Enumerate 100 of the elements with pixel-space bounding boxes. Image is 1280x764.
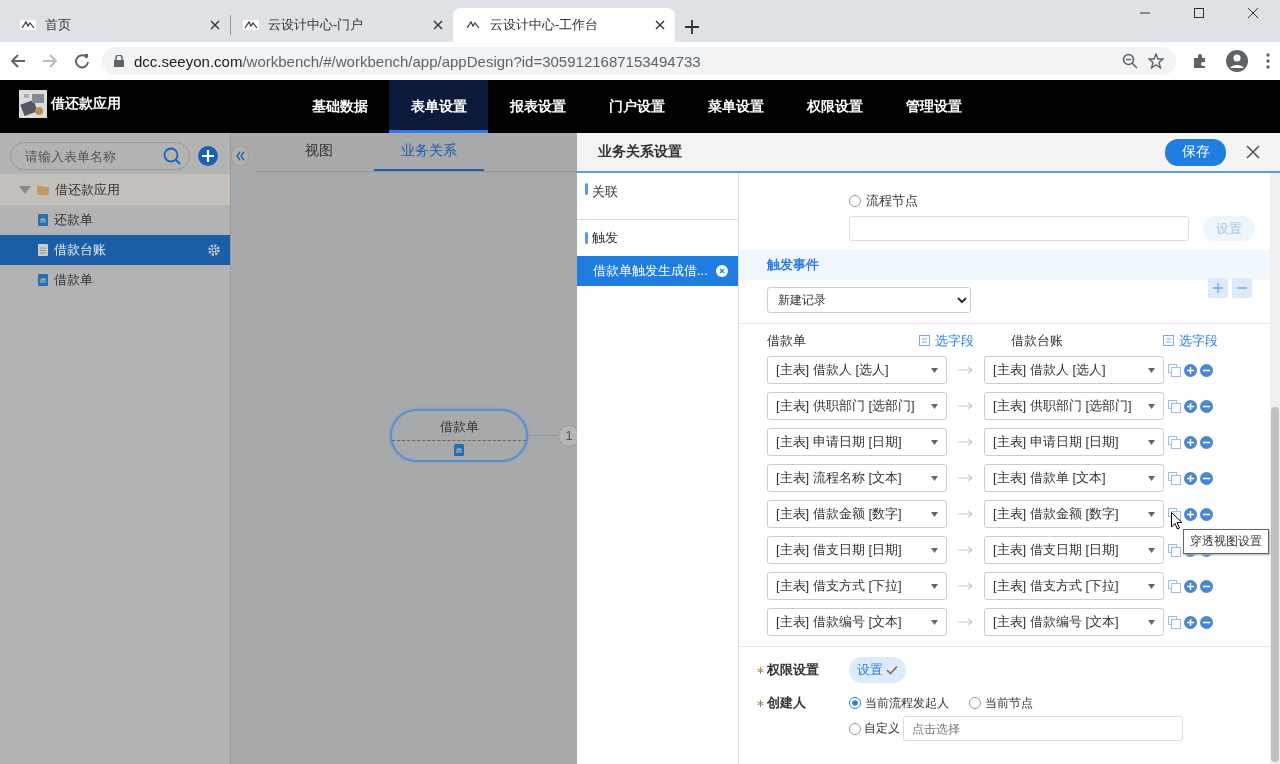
add-icon[interactable] <box>1184 471 1197 485</box>
search-input[interactable]: 请输入表单名称 <box>23 147 163 165</box>
avatar-icon[interactable] <box>1226 50 1248 72</box>
forward-icon[interactable] <box>42 53 58 69</box>
arrow-icon <box>957 546 974 554</box>
dropdown-icon <box>1148 475 1155 481</box>
expanded-icon[interactable] <box>19 184 31 195</box>
remove-icon[interactable] <box>1200 363 1213 377</box>
field-select[interactable]: [主表] 借支日期 [日期] <box>767 536 947 564</box>
dropdown-icon <box>931 367 938 373</box>
puzzle-icon[interactable] <box>1192 53 1208 69</box>
field-select[interactable]: [主表] 借款金额 [数字] <box>767 500 947 528</box>
nav-tab[interactable]: 门户设置 <box>587 80 686 133</box>
count-badge: 1 <box>558 424 580 447</box>
add-icon[interactable] <box>1184 363 1197 377</box>
radio-button[interactable] <box>849 697 861 709</box>
search-icon[interactable] <box>163 147 181 165</box>
pick-fields-link[interactable]: 选字段 <box>1163 331 1220 350</box>
field-select[interactable]: [主表] 借支方式 [下拉] <box>984 572 1164 600</box>
remove-icon[interactable] <box>715 265 728 277</box>
remove-icon[interactable] <box>1200 399 1213 413</box>
field-select[interactable]: [主表] 借款编号 [文本] <box>767 608 947 636</box>
nav-tab[interactable]: 权限设置 <box>785 80 884 133</box>
close-icon[interactable] <box>433 20 443 30</box>
canvas-tab[interactable]: 视图 <box>264 133 374 171</box>
add-icon[interactable] <box>1184 579 1197 593</box>
section-title: 关联 <box>592 183 618 201</box>
close-icon[interactable] <box>1248 8 1258 18</box>
tree-item[interactable]: 借款台账 <box>0 235 230 265</box>
field-select[interactable]: [主表] 借款编号 [文本] <box>984 608 1164 636</box>
dropdown-icon <box>931 511 938 517</box>
scrollbar-thumb[interactable] <box>1271 407 1279 762</box>
close-icon[interactable] <box>1246 145 1260 159</box>
back-icon[interactable] <box>10 53 26 69</box>
add-icon[interactable] <box>1184 435 1197 449</box>
rule-item[interactable]: 借款单触发生成借... <box>577 256 738 286</box>
field-select[interactable]: [主表] 供职部门 [选部门] <box>767 392 947 420</box>
node-field[interactable] <box>849 216 1189 241</box>
nav-tab[interactable]: 基础数据 <box>290 80 389 133</box>
remove-icon[interactable] <box>1200 579 1213 593</box>
field-select[interactable]: [主表] 流程名称 [文本] <box>767 464 947 492</box>
zoom-icon[interactable] <box>1122 53 1138 69</box>
field-select[interactable]: [主表] 借款人 [选人] <box>984 356 1164 384</box>
field-select[interactable]: [主表] 借支日期 [日期] <box>984 536 1164 564</box>
remove-icon[interactable] <box>1200 435 1213 449</box>
maximize-icon[interactable] <box>1194 8 1204 18</box>
arrow-icon <box>957 438 974 446</box>
set-button[interactable]: 设置 <box>849 657 906 683</box>
remove-icon[interactable] <box>1200 615 1213 629</box>
reload-icon[interactable] <box>74 53 90 69</box>
add-icon[interactable] <box>1184 507 1197 521</box>
field-select[interactable]: [主表] 借款人 [选人] <box>767 356 947 384</box>
tree-folder[interactable]: 借还款应用 <box>0 174 230 205</box>
node-label: 借款单 <box>392 418 526 441</box>
tree-item[interactable]: 借款单 <box>0 265 230 295</box>
form-icon <box>38 214 48 226</box>
nav-tab[interactable]: 报表设置 <box>488 80 587 133</box>
plus-icon[interactable] <box>685 20 699 34</box>
document-icon <box>38 244 48 256</box>
search-field[interactable]: 请输入表单名称 <box>10 142 190 170</box>
settings-icon[interactable] <box>207 243 221 257</box>
address-bar[interactable]: dcc.seeyon.com/workbench/#/workbench/app/appDesign?id=3059121687153494733 <box>102 47 1176 75</box>
pick-fields-link[interactable]: 选字段 <box>919 331 976 350</box>
arrow-icon <box>957 402 974 410</box>
form-node[interactable]: 借款单 <box>390 409 528 462</box>
nav-tab[interactable]: 管理设置 <box>884 80 983 133</box>
radio-button[interactable] <box>969 697 981 709</box>
remove-icon[interactable] <box>1200 507 1213 521</box>
star-icon[interactable] <box>1148 53 1164 69</box>
collapse-icon[interactable] <box>231 145 249 167</box>
app-name: 借还款应用 <box>51 94 121 113</box>
option-label: 当前节点 <box>985 694 1033 712</box>
event-select[interactable]: 新建记录 <box>767 287 971 313</box>
save-button[interactable]: 保存 <box>1165 138 1226 166</box>
url-text: dcc.seeyon.com/workbench/#/workbench/app/appDesign?id=3059121687153494733 <box>134 52 701 70</box>
browser-tab[interactable]: 云设计中心-门户 <box>231 8 453 42</box>
folder-label: 借还款应用 <box>55 180 120 199</box>
field-select[interactable]: [主表] 借支方式 [下拉] <box>767 572 947 600</box>
nav-tab[interactable]: 菜单设置 <box>686 80 785 133</box>
radio-button[interactable] <box>849 722 861 735</box>
radio-button[interactable] <box>849 194 861 207</box>
nav-tab[interactable]: 表单设置 <box>389 80 488 133</box>
add-icon[interactable] <box>1184 615 1197 629</box>
user-picker-field[interactable]: 点击选择 <box>903 716 1183 741</box>
add-icon[interactable] <box>1184 399 1197 413</box>
remove-icon[interactable] <box>1200 471 1213 485</box>
menu-icon[interactable] <box>1266 53 1270 69</box>
field-select[interactable]: [主表] 供职部门 [选部门] <box>984 392 1164 420</box>
close-icon[interactable] <box>210 20 220 30</box>
field-select[interactable]: [主表] 申请日期 [日期] <box>984 428 1164 456</box>
field-select[interactable]: [主表] 申请日期 [日期] <box>767 428 947 456</box>
browser-tab[interactable]: 首页 <box>8 8 230 42</box>
lock-icon <box>114 55 124 67</box>
arrow-icon <box>957 582 974 590</box>
close-icon[interactable] <box>655 20 665 30</box>
add-icon[interactable] <box>198 146 218 166</box>
browser-tab[interactable]: 云设计中心-工作台 <box>453 8 675 42</box>
field-select[interactable]: [主表] 借款金额 [数字] <box>984 500 1164 528</box>
field-select[interactable]: [主表] 借款单 [文本] <box>984 464 1164 492</box>
tree-item[interactable]: 还款单 <box>0 205 230 235</box>
